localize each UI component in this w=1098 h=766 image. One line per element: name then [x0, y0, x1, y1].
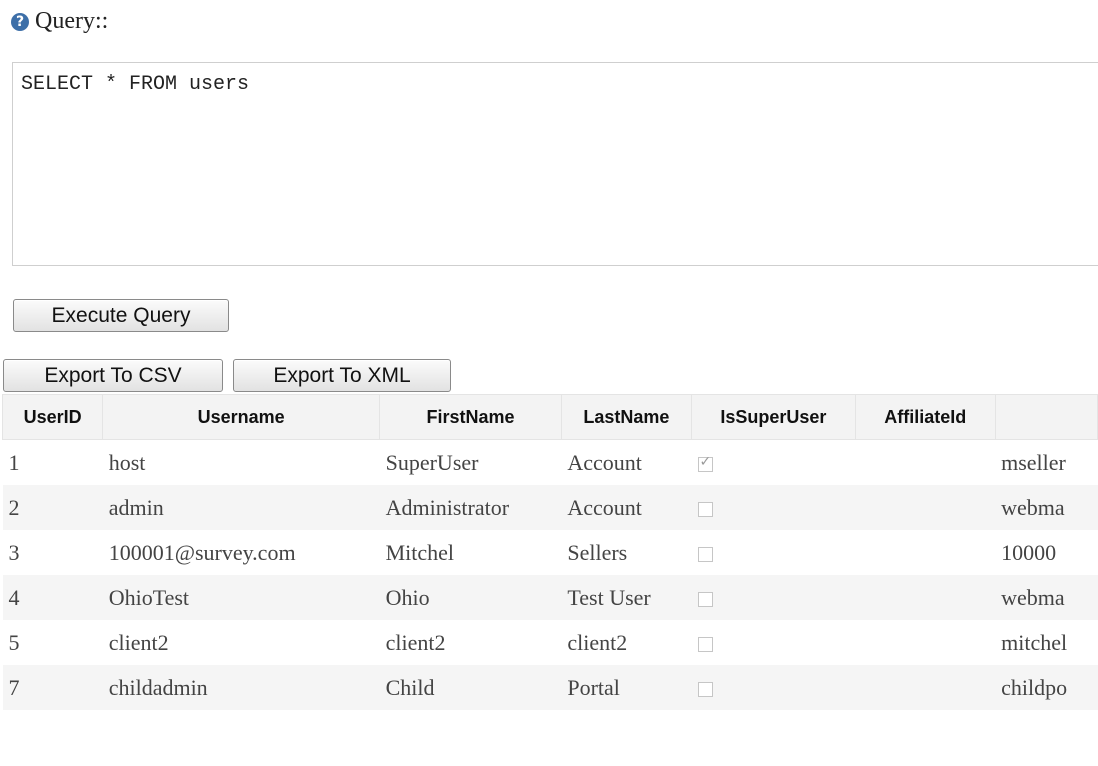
table-header-row: UserID Username FirstName LastName IsSup…	[1, 394, 1098, 440]
cell-username: childadmin	[102, 665, 380, 710]
cell-affiliateid	[855, 575, 996, 620]
query-label: ? Query::	[11, 8, 108, 35]
export-csv-button[interactable]: Export To CSV	[3, 359, 223, 392]
superuser-checkbox	[697, 454, 713, 472]
col-header-username[interactable]: Username	[102, 394, 381, 440]
col-header-affiliateid[interactable]: AffiliateId	[854, 394, 996, 440]
cell-lastname: Portal	[561, 665, 692, 710]
cell-lastname: Test User	[561, 575, 692, 620]
cell-firstname: Child	[379, 665, 562, 710]
execute-query-button[interactable]: Execute Query	[13, 299, 229, 332]
cell-issuperuser	[692, 620, 856, 665]
col-header-userid[interactable]: UserID	[1, 394, 104, 440]
export-xml-button[interactable]: Export To XML	[233, 359, 451, 392]
cell-issuperuser	[692, 530, 856, 575]
cell-issuperuser	[691, 665, 856, 710]
table-row[interactable]: 4 OhioTest Ohio Test User webma	[2, 575, 1098, 620]
cell-userid: 7	[2, 665, 103, 710]
superuser-checkbox	[697, 546, 713, 562]
cell-username: host	[108, 449, 146, 475]
query-label-text: Query::	[35, 8, 109, 34]
cell-firstname: Administrator	[379, 485, 562, 530]
superuser-checkbox	[697, 636, 713, 652]
cell-firstname: client2	[385, 629, 446, 655]
cell-affiliateid	[855, 485, 996, 530]
cell-lastname: Sellers	[567, 539, 628, 565]
col-header-issuperuser[interactable]: IsSuperUser	[691, 394, 856, 440]
table-row[interactable]: 1 host SuperUser Account mseller	[3, 440, 1098, 486]
cell-firstname: Mitchel	[385, 539, 455, 565]
cell-lastname: Account	[561, 485, 692, 530]
cell-userid: 5	[8, 629, 20, 655]
col-header-email[interactable]	[994, 394, 1098, 440]
superuser-checkbox	[697, 591, 713, 607]
superuser-checkbox	[697, 501, 713, 517]
col-header-firstname[interactable]: FirstName	[379, 394, 562, 440]
cell-firstname: Ohio	[379, 575, 562, 620]
cell-issuperuser	[692, 440, 856, 486]
cell-affiliateid	[855, 530, 995, 575]
cell-affiliateid	[855, 620, 995, 665]
table-row[interactable]: 2 admin Administrator Account webma	[2, 485, 1098, 530]
cell-affiliateid	[855, 440, 995, 486]
cell-email: webma	[995, 485, 1098, 530]
query-input[interactable]: SELECT * FROM users	[12, 62, 1098, 266]
results-table: UserID Username FirstName LastName IsSup…	[1, 394, 1098, 710]
cell-username: 100001@survey.com	[108, 539, 296, 565]
cell-username: admin	[102, 485, 380, 530]
cell-lastname: Account	[567, 449, 642, 475]
cell-userid: 3	[8, 539, 20, 565]
cell-affiliateid	[855, 665, 996, 710]
cell-lastname: client2	[567, 629, 628, 655]
cell-username: client2	[108, 629, 169, 655]
cell-email: mitchel	[1001, 629, 1068, 655]
superuser-checkbox	[697, 681, 713, 697]
cell-userid: 4	[2, 575, 103, 620]
col-header-lastname[interactable]: LastName	[560, 394, 693, 440]
cell-email: childpo	[995, 665, 1098, 710]
table-row[interactable]: 7 childadmin Child Portal childpo	[2, 665, 1098, 710]
cell-issuperuser	[691, 485, 856, 530]
cell-issuperuser	[691, 575, 856, 620]
cell-username: OhioTest	[102, 575, 380, 620]
table-row[interactable]: 5 client2 client2 client2 mitchel	[3, 620, 1098, 665]
cell-userid: 2	[2, 485, 103, 530]
cell-email: webma	[995, 575, 1098, 620]
help-icon[interactable]: ?	[11, 12, 29, 31]
cell-email: 10000	[1001, 539, 1057, 565]
cell-userid: 1	[8, 449, 20, 475]
cell-email: mseller	[1001, 449, 1066, 475]
table-row[interactable]: 3 100001@survey.com Mitchel Sellers 10000	[3, 530, 1098, 575]
cell-firstname: SuperUser	[385, 449, 479, 475]
